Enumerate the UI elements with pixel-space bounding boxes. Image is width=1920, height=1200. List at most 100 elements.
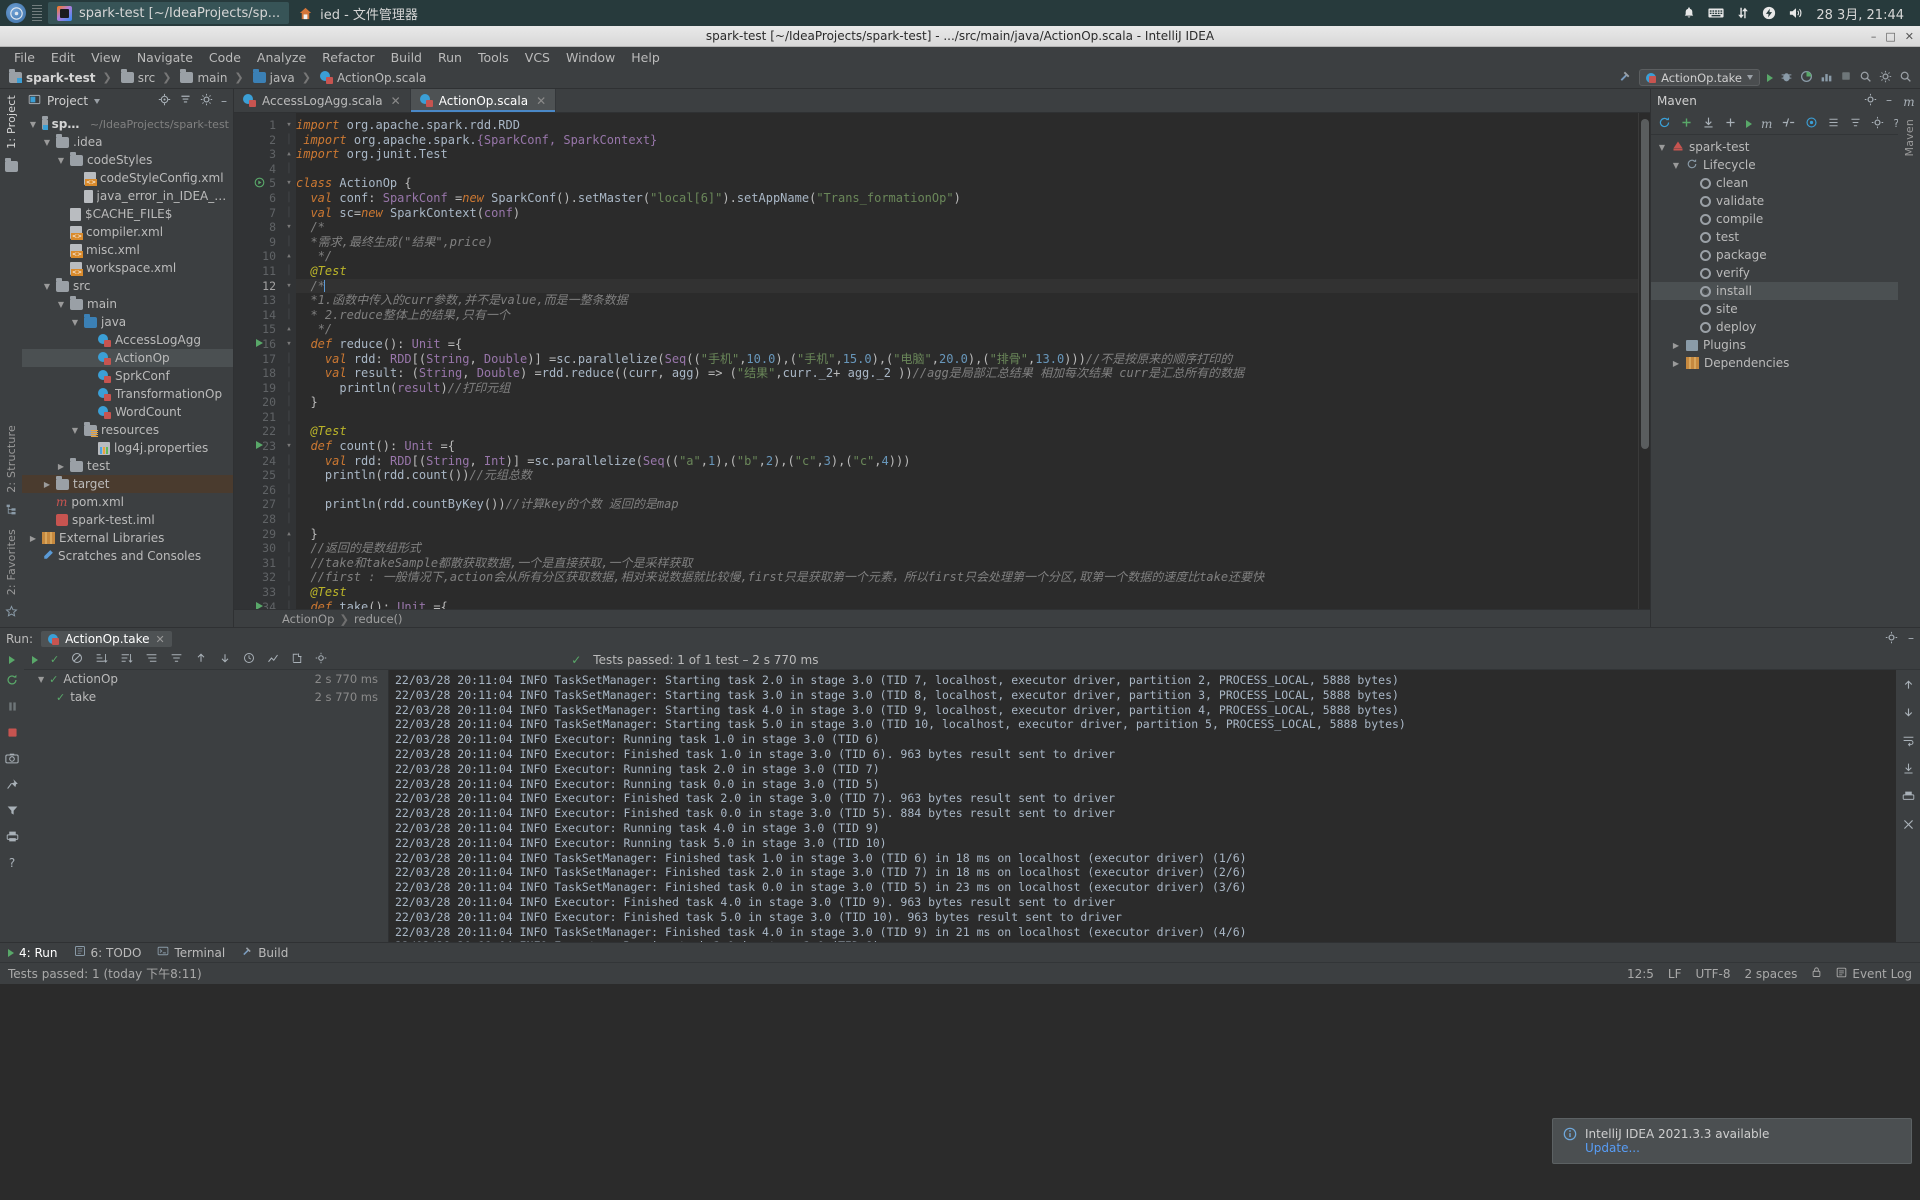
tree-node-java-error-in-idea-2046-log[interactable]: java_error_in_IDEA_2046.log [22,187,233,205]
scroll-down-icon[interactable] [1902,706,1915,723]
collapse-all-icon[interactable] [170,652,183,667]
chart-icon[interactable] [267,652,279,667]
rerun-failed-icon[interactable] [5,673,19,691]
maven-tree[interactable]: ▼ spark-test ▼ Lifecycle clean validate compil… [1651,135,1898,627]
tree-node-scratches-and-consoles[interactable]: Scratches and Consoles [22,547,233,565]
print-icon[interactable] [6,830,19,847]
menu-run[interactable]: Run [430,48,470,67]
tree-node-workspace-xml[interactable]: workspace.xml [22,259,233,277]
filter-icon[interactable] [6,804,19,821]
breadcrumb-item-java[interactable]: java ❯ [250,69,317,85]
code-line[interactable]: val sc=new SparkContext(conf) [296,206,1650,221]
code-line[interactable]: * 2.reduce整体上的结果,只有一个 [296,308,1650,323]
fold-marker[interactable]: ▾ [282,439,296,454]
tree-node-accesslogagg[interactable]: AccessLogAgg [22,331,233,349]
maven-node-spark-test[interactable]: ▼ spark-test [1651,138,1898,156]
taskbar-window-intellij[interactable]: spark-test [~/IdeaProjects/sp... [48,2,290,24]
chevron-down-icon[interactable] [94,98,101,104]
test-tree-node-take[interactable]: ✓ take 2 s 770 ms [24,688,388,706]
notification-balloon[interactable]: IntelliJ IDEA 2021.3.3 available Update.… [1552,1118,1912,1164]
maven-node-dependencies[interactable]: ▶ Dependencies [1651,354,1898,372]
fold-marker[interactable]: ▴ [282,527,296,542]
maven-node-deploy[interactable]: deploy [1651,318,1898,336]
show-ignored-icon[interactable] [71,652,83,667]
maven-node-site[interactable]: site [1651,300,1898,318]
add-icon[interactable] [1680,116,1693,132]
menu-refactor[interactable]: Refactor [314,48,382,67]
code-line[interactable]: class ActionOp { [296,176,1650,191]
line-separator[interactable]: LF [1668,967,1682,981]
code-line[interactable]: val rdd: RDD[(String, Double)] =sc.paral… [296,352,1650,367]
search-icon[interactable] [1899,70,1912,86]
collapse-arrow-icon[interactable]: ▶ [28,534,38,543]
soft-wrap-icon[interactable] [1902,734,1915,751]
code-line[interactable]: } [296,527,1650,542]
ubuntu-menu-icon[interactable] [6,3,26,23]
breadcrumb-item-src[interactable]: src ❯ [118,69,178,85]
code-line[interactable]: */ [296,249,1650,264]
tree-node-wordcount[interactable]: WordCount [22,403,233,421]
fold-marker[interactable]: ▴ [282,249,296,264]
next-occurrence-icon[interactable] [219,652,231,667]
network-icon[interactable] [1736,6,1750,20]
toggle-skip-icon[interactable] [1781,116,1796,132]
maximize-button[interactable]: □ [1885,30,1895,43]
tree-node-java[interactable]: ▼ java [22,313,233,331]
sidebar-item-maven[interactable]: Maven [1903,119,1916,156]
settings-icon[interactable] [1871,116,1884,132]
tree-node-cache-file[interactable]: $CACHE_FILE$ [22,205,233,223]
run-icon[interactable] [32,655,38,664]
minimize-button[interactable]: – [1871,30,1877,43]
code-line[interactable]: val result: (String, Double) =rdd.reduce… [296,366,1650,381]
code-line[interactable]: @Test [296,264,1650,279]
download-sources-icon[interactable] [1702,116,1715,132]
test-tree-node-actionop[interactable]: ▼ ✓ ActionOp 2 s 770 ms [24,670,388,688]
expand-all-icon[interactable] [145,652,158,667]
code-line[interactable]: //first : 一般情况下,action会从所有分区获取数据,相对来说数据就… [296,570,1650,585]
collapse-icon[interactable] [1849,116,1862,132]
tree-node-transformationop[interactable]: TransformationOp [22,385,233,403]
menu-vcs[interactable]: VCS [517,48,558,67]
expand-arrow-icon[interactable]: ▼ [28,120,38,129]
sidebar-item-favorites[interactable]: 2: Favorites [5,529,18,595]
close-button[interactable]: ✕ [1905,30,1914,43]
settings-icon[interactable] [200,93,213,109]
tree-node-resources[interactable]: ▼ resources [22,421,233,439]
tab-actionop[interactable]: ActionOp.scala ✕ [410,89,557,112]
breadcrumb-item-file[interactable]: ActionOp.scala [317,71,429,85]
expand-arrow-icon[interactable]: ▼ [56,156,66,165]
fold-marker[interactable]: ▴ [282,147,296,162]
code-line[interactable]: *需求,最终生成("结果",price) [296,235,1650,250]
volume-icon[interactable] [1788,6,1804,20]
search-everywhere-icon[interactable] [1859,70,1872,86]
hide-icon[interactable]: – [1886,93,1892,109]
hide-icon[interactable]: – [1908,631,1914,647]
scroll-up-icon[interactable] [1902,678,1915,695]
code-line[interactable]: println(rdd.countByKey())//计算key的个数 返回的是… [296,497,1650,512]
prev-occurrence-icon[interactable] [195,652,207,667]
hide-icon[interactable]: – [221,94,227,108]
file-encoding[interactable]: UTF-8 [1695,967,1730,981]
scroll-end-icon[interactable] [1902,762,1915,779]
maven-node-plugins[interactable]: ▶ Plugins [1651,336,1898,354]
breadcrumb-item-project[interactable]: spark-test ❯ [6,69,118,85]
maven-node-lifecycle[interactable]: ▼ Lifecycle [1651,156,1898,174]
code-line[interactable]: */ [296,322,1650,337]
run-tab-actionop-take[interactable]: ActionOp.take ✕ [41,631,172,647]
tree-node-spark-test[interactable]: ▼ spark-test ~/IdeaProjects/spark-test [22,115,233,133]
balloon-update-link[interactable]: Update... [1585,1141,1640,1155]
collapse-arrow-icon[interactable]: ▶ [1671,341,1681,350]
bottom-item-run[interactable]: 4: Run [8,946,58,960]
tree-node-target[interactable]: ▶ target [22,475,233,493]
expand-arrow-icon[interactable]: ▼ [70,426,80,435]
code-line[interactable]: //返回的是数组形式 [296,541,1650,556]
tab-accesslogagg[interactable]: AccessLogAgg.scala ✕ [234,89,411,112]
bottom-item-build[interactable]: Build [241,945,288,960]
taskbar-window-filemanager[interactable]: ied - 文件管理器 [289,2,427,24]
code-line[interactable]: import org.apache.spark.rdd.RDD [296,118,1650,133]
code-line[interactable] [296,483,1650,498]
menu-edit[interactable]: Edit [43,48,83,67]
expand-arrow-icon[interactable]: ▼ [42,138,52,147]
tree-node-misc-xml[interactable]: misc.xml [22,241,233,259]
locate-icon[interactable] [158,93,171,109]
